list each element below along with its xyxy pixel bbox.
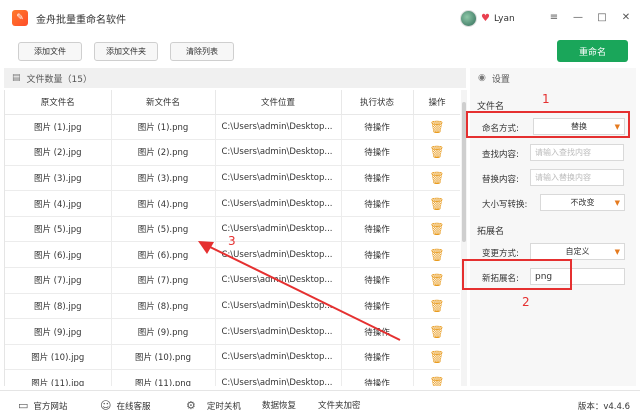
- website-label: 官方网站: [33, 401, 68, 412]
- shutdown-link[interactable]: ⚙ 定时关机: [186, 399, 241, 412]
- recovery-link[interactable]: 数据恢复: [262, 399, 296, 411]
- encrypt-label: 文件夹加密: [318, 401, 361, 411]
- shutdown-label: 定时关机: [206, 401, 241, 412]
- footer: ▭ 官方网站 ☺ 在线客服 ⚙ 定时关机 数据恢复 文件夹加密 版本：v4.4.…: [0, 390, 640, 420]
- version-text: 版本：v4.4.6: [577, 402, 630, 412]
- user-icon: ☺: [100, 399, 112, 412]
- annotation-arrow: [198, 241, 401, 341]
- recovery-label: 数据恢复: [262, 401, 297, 411]
- monitor-icon: ▭: [18, 399, 29, 412]
- gear-icon: ⚙: [186, 399, 196, 412]
- support-label: 在线客服: [116, 401, 151, 412]
- support-link[interactable]: ☺ 在线客服: [100, 399, 150, 412]
- encrypt-link[interactable]: 文件夹加密: [318, 399, 361, 411]
- website-link[interactable]: ▭ 官方网站: [18, 399, 67, 412]
